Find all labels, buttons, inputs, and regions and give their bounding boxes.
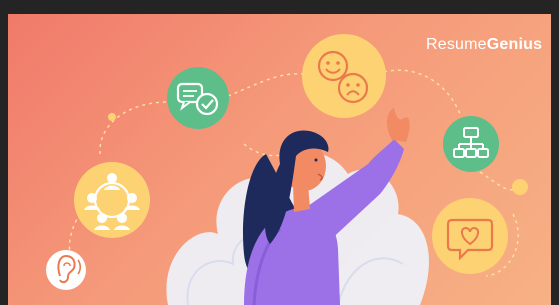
connector-team-chat (99, 101, 169, 155)
smile-sad-faces-icon (302, 34, 386, 118)
heart-message-icon (432, 198, 508, 274)
team-network-icon (74, 162, 150, 238)
connector-faces-org (383, 69, 461, 115)
scene-svg (46, 34, 528, 305)
ear-listening-icon (46, 250, 86, 290)
raised-hand (386, 108, 410, 142)
eye (314, 158, 318, 162)
org-chart-icon (443, 116, 499, 172)
illustration: ResumeGenius (8, 14, 551, 305)
connector-chat-faces (227, 73, 305, 97)
chat-bubbles-check-icon (167, 67, 229, 129)
accent-dot (512, 179, 528, 195)
small-dot (108, 113, 116, 121)
